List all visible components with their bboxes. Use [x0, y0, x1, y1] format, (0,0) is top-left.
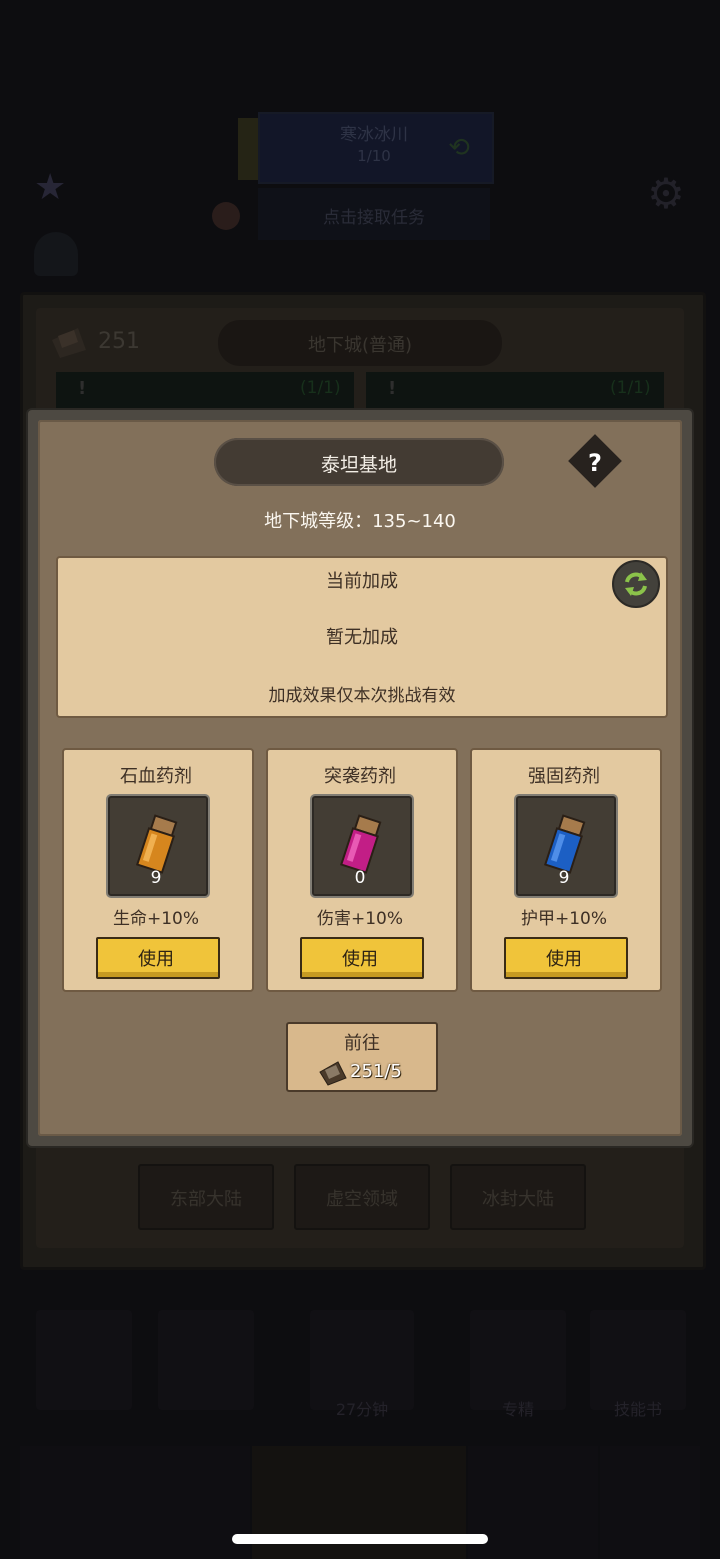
bell-icon[interactable] — [34, 232, 78, 276]
ticket-icon — [52, 328, 86, 358]
claim-quest-label: 点击接取任务 — [323, 208, 425, 228]
dungeon-card-alert: ! — [388, 378, 397, 399]
quest-side-bar — [238, 118, 260, 180]
use-button-label: 使用 — [342, 949, 378, 970]
bonus-title: 当前加成 — [326, 571, 398, 592]
ticket-icon — [319, 1061, 347, 1086]
dialog-title: 泰坦基地 — [320, 454, 397, 476]
bonus-note: 加成效果仅本次挑战有效 — [268, 686, 456, 706]
region-tab-label: 冰封大陆 — [482, 1189, 554, 1210]
potion-count: 9 — [558, 868, 570, 888]
potion-effect: 护甲+10% — [520, 909, 608, 929]
dungeon-card-count: (1/1) — [610, 378, 651, 398]
gear-icon[interactable]: ⚙ — [642, 170, 690, 218]
dungeon-card-alert: ! — [78, 378, 87, 399]
potion-name: 突袭药剂 — [324, 766, 396, 787]
ticket-count: 251 — [98, 329, 140, 354]
potion-count: 9 — [150, 868, 162, 888]
bottom-slot[interactable] — [158, 1310, 254, 1410]
go-cost: 251/5 — [350, 1061, 402, 1082]
use-button-label: 使用 — [546, 949, 582, 970]
bottom-timer: 27分钟 — [335, 1400, 389, 1419]
home-indicator[interactable] — [232, 1534, 488, 1544]
bottom-label-specialty: 专精 — [501, 1400, 534, 1419]
potion-effect: 生命+10% — [112, 909, 200, 929]
dungeon-window-title: 地下城(普通) — [307, 335, 413, 356]
use-button-label: 使用 — [138, 949, 174, 970]
go-button-label: 前往 — [344, 1033, 380, 1054]
bonus-value: 暂无加成 — [326, 627, 398, 648]
help-icon[interactable]: ? — [576, 444, 614, 482]
region-tab-label: 东部大陆 — [170, 1189, 242, 1210]
bottom-slot[interactable] — [590, 1310, 686, 1410]
potion-effect: 伤害+10% — [316, 909, 404, 929]
bottom-slot[interactable] — [310, 1310, 414, 1410]
quest-dot-icon — [212, 202, 240, 230]
bottom-slot[interactable] — [36, 1310, 132, 1410]
bottom-slot[interactable] — [470, 1310, 566, 1410]
bottom-label-skillbook: 技能书 — [613, 1400, 662, 1419]
quest-refresh-icon[interactable]: ⟲ — [444, 133, 474, 163]
potion-count: 0 — [354, 868, 366, 888]
star-icon[interactable]: ★ — [34, 168, 78, 208]
refresh-bonus-button[interactable] — [612, 560, 660, 608]
refresh-icon — [625, 572, 647, 596]
nav-tab[interactable] — [600, 1446, 700, 1559]
region-tab-label: 虚空领域 — [326, 1189, 398, 1210]
potion-name: 强固药剂 — [528, 766, 600, 787]
nav-tab[interactable] — [468, 1446, 598, 1559]
dungeon-card-count: (1/1) — [300, 378, 341, 398]
dungeon-level: 地下城等级：135~140 — [264, 511, 456, 532]
potion-name: 石血药剂 — [120, 766, 192, 787]
nav-tab[interactable] — [20, 1446, 140, 1559]
